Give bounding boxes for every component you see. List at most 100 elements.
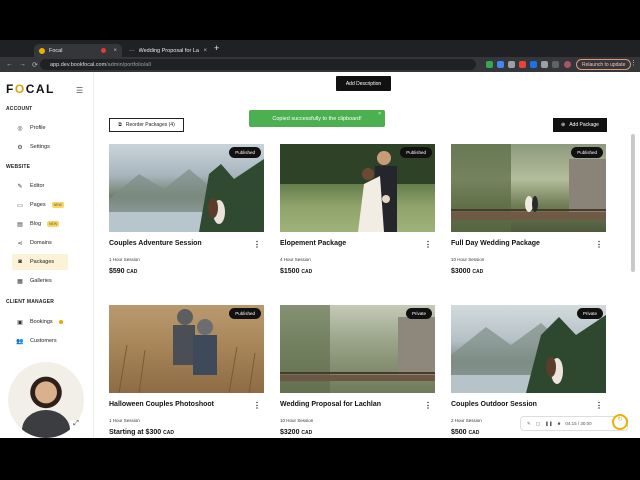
package-card[interactable]: Published Halloween Couples Photoshoot ⋮… xyxy=(109,305,264,436)
tab-wedding-proposal[interactable]: — Wedding Proposal for Lachlan × xyxy=(124,44,212,57)
status-badge: Published xyxy=(229,147,261,158)
recorder-main-button[interactable]: ↻ xyxy=(612,414,628,430)
relaunch-button[interactable]: Relaunch to update xyxy=(576,59,632,70)
price-value: Starting at $300 xyxy=(109,429,162,436)
copy-icon[interactable]: ▢ xyxy=(536,421,540,427)
package-photo[interactable]: Private xyxy=(280,305,435,393)
focal-logo[interactable]: FOCAL xyxy=(6,82,55,96)
sidebar-item-label: Blog xyxy=(30,221,42,227)
section-title-client-manager: CLIENT MANAGER xyxy=(6,299,55,305)
add-package-label: Add Package xyxy=(569,122,599,128)
more-options-icon[interactable]: ⋮ xyxy=(424,240,432,249)
tab-strip: Focal × — Wedding Proposal for Lachlan ×… xyxy=(0,40,640,57)
package-photo[interactable]: Published xyxy=(280,144,435,232)
more-options-icon[interactable]: ⋮ xyxy=(424,401,432,410)
sidebar-item-label: Settings xyxy=(30,144,50,150)
package-photo[interactable]: Published xyxy=(109,144,264,232)
puzzle-icon[interactable] xyxy=(541,61,548,68)
sidebar-item-galleries[interactable]: ▦ Galleries xyxy=(12,273,68,289)
tab-focal[interactable]: Focal × xyxy=(34,44,122,57)
package-card[interactable]: Private Wedding Proposal for Lachlan ⋮ 1… xyxy=(280,305,435,436)
package-price: $500 CAD xyxy=(451,429,479,436)
extension-icon[interactable] xyxy=(519,61,526,68)
reorder-packages-button[interactable]: ⧉ Reorder Packages (4) xyxy=(109,118,184,132)
package-title[interactable]: Halloween Couples Photoshoot xyxy=(109,401,214,408)
extension-icon[interactable] xyxy=(508,61,515,68)
more-options-icon[interactable]: ⋮ xyxy=(595,401,603,410)
package-title[interactable]: Elopement Package xyxy=(280,240,346,247)
package-title[interactable]: Couples Outdoor Session xyxy=(451,401,537,408)
sidebar-item-editor[interactable]: ✎ Editor xyxy=(12,178,68,194)
status-badge: Private xyxy=(405,308,432,319)
stop-icon[interactable]: ■ xyxy=(558,421,561,426)
extension-icon[interactable] xyxy=(486,61,493,68)
status-badge: Private xyxy=(576,308,603,319)
camera-icon: ◙ xyxy=(18,259,22,265)
browser-menu-icon[interactable]: ⋮ xyxy=(630,59,637,67)
package-photo[interactable]: Private xyxy=(451,305,606,393)
extension-icon[interactable] xyxy=(497,61,504,68)
users-icon: 👥 xyxy=(16,338,24,345)
package-session: 1 Hour Session xyxy=(109,418,140,423)
sidebar-item-blog[interactable]: ▤ Blog NEW xyxy=(12,216,68,232)
relaunch-label: Relaunch to update xyxy=(582,61,626,68)
scrollbar-thumb[interactable] xyxy=(631,134,635,272)
pencil-icon: ✎ xyxy=(17,183,23,190)
status-badge: Published xyxy=(571,147,603,158)
status-badge: Published xyxy=(229,308,261,319)
price-value: $590 xyxy=(109,268,125,275)
package-session: 2 Hour Session xyxy=(451,418,482,423)
package-price: $3000 CAD xyxy=(451,268,483,275)
url-field[interactable]: app.dev.bookfocal.com/admin/portfolio/al… xyxy=(40,59,476,70)
sidebar-item-customers[interactable]: 👥 Customers xyxy=(12,333,68,349)
price-currency: CAD xyxy=(301,430,313,436)
sidebar-item-settings[interactable]: ⚙ Settings xyxy=(12,139,68,155)
address-bar-row: ← → ⟳ app.dev.bookfocal.com/admin/portfo… xyxy=(0,57,640,72)
logo-text: O xyxy=(14,82,26,96)
app-page: FOCAL ☰ ACCOUNT ◎ Profile ⚙ Settings WEBSI… xyxy=(0,72,640,438)
sidebar-item-pages[interactable]: ▭ Pages NEW xyxy=(12,197,68,213)
plus-icon: ⊕ xyxy=(561,122,566,128)
reload-icon[interactable]: ⟳ xyxy=(32,61,38,69)
toast-message: Copied successfully to the clipboard! xyxy=(272,115,362,122)
recording-time: 04:15 / 30:00 xyxy=(565,421,592,426)
more-options-icon[interactable]: ⋮ xyxy=(253,240,261,249)
sidepanel-icon[interactable] xyxy=(552,61,559,68)
screen: Focal × — Wedding Proposal for Lachlan ×… xyxy=(0,40,640,438)
package-card[interactable]: Published Couples Adventure Session ⋮ 1 … xyxy=(109,144,264,275)
package-card[interactable]: Private Couples Outdoor Session ⋮ 2 Hour… xyxy=(451,305,606,436)
close-toast-icon[interactable]: × xyxy=(378,111,381,117)
price-value: $1500 xyxy=(280,268,300,275)
new-tab-icon[interactable]: + xyxy=(214,43,219,53)
extension-icon[interactable] xyxy=(530,61,537,68)
forward-icon[interactable]: → xyxy=(19,61,26,68)
close-tab-icon[interactable]: × xyxy=(113,48,117,54)
pause-icon[interactable]: ❚❚ xyxy=(545,421,553,427)
hamburger-menu-icon[interactable]: ☰ xyxy=(76,86,83,95)
expand-webcam-icon[interactable]: ⤢ xyxy=(70,420,82,432)
price-currency: CAD xyxy=(163,430,174,436)
gear-icon: ⚙ xyxy=(17,144,23,151)
package-photo[interactable]: Published xyxy=(109,305,264,393)
add-package-button[interactable]: ⊕ Add Package xyxy=(553,118,607,132)
package-title[interactable]: Couples Adventure Session xyxy=(109,240,202,247)
back-icon[interactable]: ← xyxy=(6,61,13,68)
blog-icon: ▤ xyxy=(17,221,23,228)
more-options-icon[interactable]: ⋮ xyxy=(595,240,603,249)
sidebar-item-packages[interactable]: ◙ Packages xyxy=(12,254,68,270)
add-description-button[interactable]: Add Description xyxy=(336,76,391,91)
pen-icon[interactable]: ✎ xyxy=(527,421,531,427)
sidebar-item-profile[interactable]: ◎ Profile xyxy=(12,120,68,136)
profile-avatar-icon[interactable] xyxy=(564,61,571,68)
sidebar-item-bookings[interactable]: ▣ Bookings xyxy=(12,314,68,330)
package-price: $1500 CAD xyxy=(280,268,312,275)
package-photo[interactable]: Published xyxy=(451,144,606,232)
focal-favicon-icon xyxy=(39,47,45,54)
package-title[interactable]: Full Day Wedding Package xyxy=(451,240,540,247)
package-card[interactable]: Published Full Day Wedding Package ⋮ 10 … xyxy=(451,144,606,275)
close-tab-icon[interactable]: × xyxy=(203,48,207,54)
more-options-icon[interactable]: ⋮ xyxy=(253,401,261,410)
sidebar-item-domains[interactable]: ⋖ Domains xyxy=(12,235,68,251)
package-title[interactable]: Wedding Proposal for Lachlan xyxy=(280,401,381,408)
package-card[interactable]: Published Elopement Package ⋮ 4 Hour Ses… xyxy=(280,144,435,275)
